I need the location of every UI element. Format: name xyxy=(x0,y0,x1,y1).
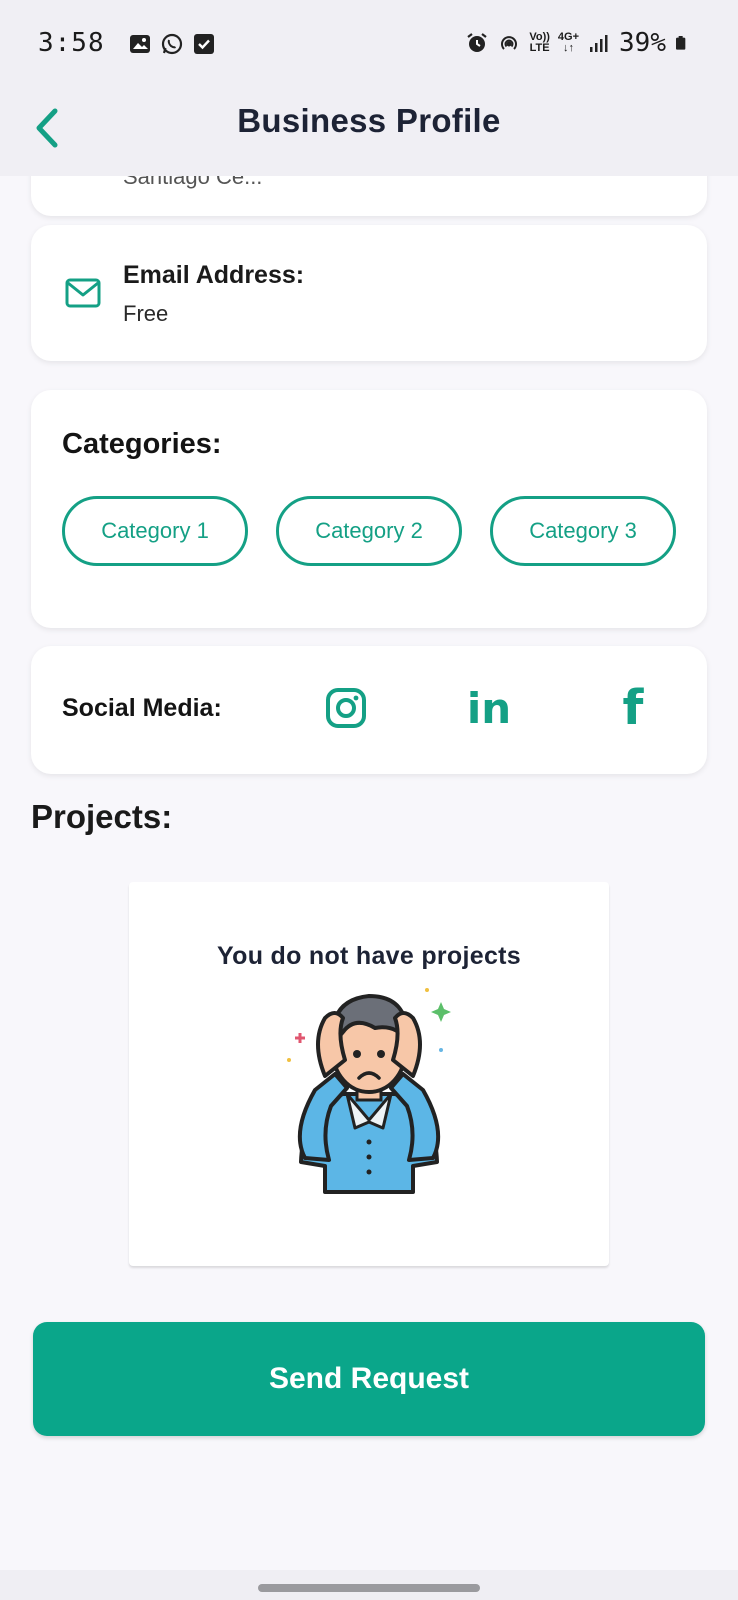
send-request-button[interactable]: Send Request xyxy=(33,1322,705,1436)
hotspot-icon xyxy=(501,36,518,50)
battery-percent: 39% xyxy=(619,28,666,58)
facebook-button[interactable]: f xyxy=(605,680,661,736)
categories-title: Categories: xyxy=(62,428,222,460)
category-chip[interactable]: Category 2 xyxy=(276,496,462,566)
status-time: 3:58 xyxy=(38,28,105,58)
linkedin-button[interactable]: in xyxy=(461,680,517,736)
home-indicator[interactable] xyxy=(258,1584,480,1592)
gallery-icon xyxy=(130,35,150,53)
category-chip[interactable]: Category 1 xyxy=(62,496,248,566)
system-icons: Vo)) LTE 4G+ ↓↑ 39% xyxy=(465,28,690,58)
check-square-icon xyxy=(194,34,214,54)
app-bar: Business Profile xyxy=(0,88,738,176)
confused-person-illustration xyxy=(287,988,451,1194)
categories-card: Categories: Category 1 Category 2 Catego… xyxy=(31,390,707,628)
network-type: 4G+ ↓↑ xyxy=(557,31,580,54)
volte-indicator: Vo)) LTE xyxy=(529,31,550,54)
empty-projects-card: You do not have projects xyxy=(129,882,609,1266)
social-media-label: Social Media: xyxy=(62,694,222,722)
linkedin-icon: in xyxy=(466,683,512,733)
projects-title: Projects: xyxy=(31,798,173,835)
email-value: Free xyxy=(123,301,169,326)
mail-icon xyxy=(65,278,101,308)
empty-projects-message: You do not have projects xyxy=(217,942,521,970)
facebook-icon: f xyxy=(622,680,644,736)
status-bar: 3:58 Vo)) LTE 4G+ ↓↑ 39% xyxy=(0,0,738,88)
social-media-card: Social Media: in f xyxy=(31,646,707,774)
whatsapp-icon xyxy=(161,33,183,55)
notification-icons xyxy=(128,32,216,56)
category-chip[interactable]: Category 3 xyxy=(490,496,676,566)
instagram-icon xyxy=(326,688,366,728)
signal-icon xyxy=(590,35,608,52)
instagram-button[interactable] xyxy=(318,680,374,736)
alarm-icon xyxy=(467,33,488,52)
email-card: Email Address: Free xyxy=(31,225,707,361)
page-title: Business Profile xyxy=(237,102,501,139)
battery-icon xyxy=(676,36,686,50)
email-label: Email Address: xyxy=(123,261,305,289)
